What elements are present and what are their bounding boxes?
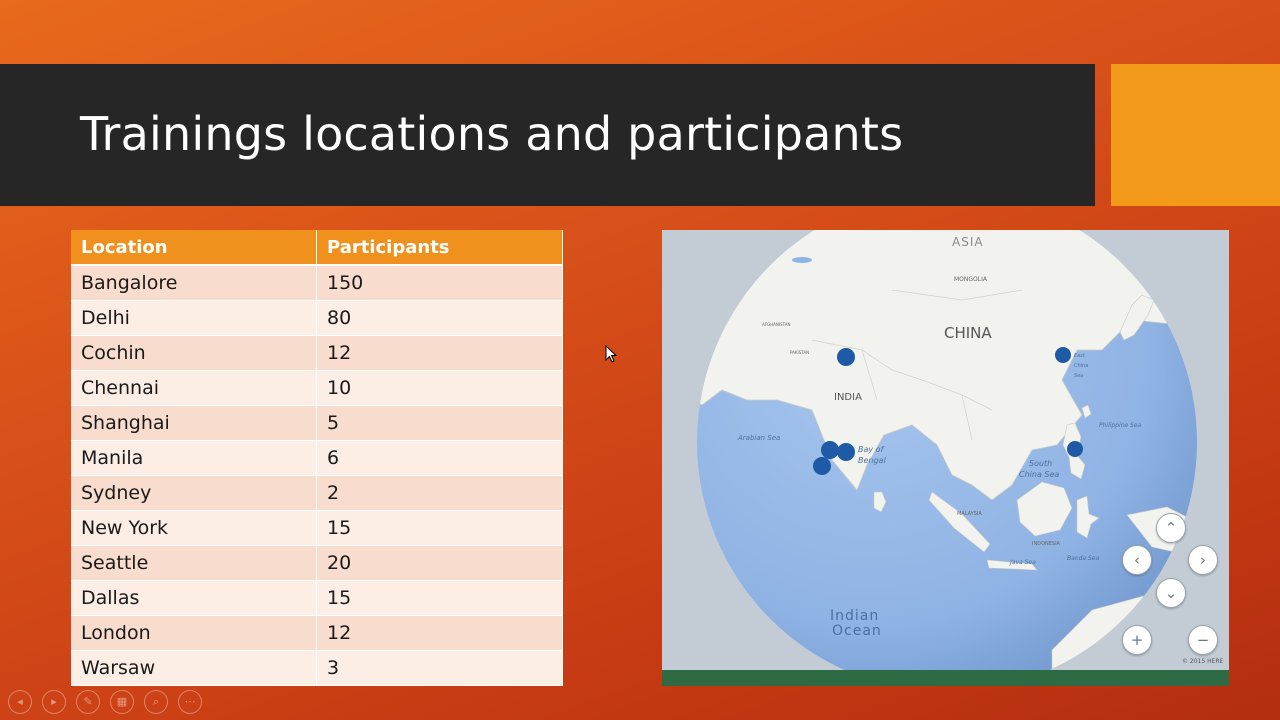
label-pakistan: PAKISTAN (790, 350, 809, 355)
label-mongolia: MONGOLIA (954, 276, 988, 283)
map-pan-up-button[interactable]: ⌃ (1156, 513, 1186, 543)
table-header-row: Location Participants (71, 230, 563, 266)
map-bottom-strip (662, 670, 1229, 686)
cell-location: Chennai (71, 370, 317, 406)
mouse-cursor-icon (605, 345, 618, 363)
label-india: INDIA (834, 392, 862, 403)
cell-participants: 3 (316, 650, 563, 686)
more-options-icon[interactable]: ⋯ (178, 690, 202, 714)
marker-shanghai[interactable] (1055, 347, 1071, 363)
label-asia: ASIA (952, 235, 984, 249)
marker-cochin[interactable] (813, 457, 831, 475)
slideshow-controls: ◂ ▸ ✎ ▦ ⌕ ⋯ (8, 690, 202, 714)
marker-chennai[interactable] (837, 443, 855, 461)
label-east-china-sea-3: Sea (1074, 373, 1083, 379)
table-row: Manila 6 (71, 440, 563, 476)
table-row: Chennai 10 (71, 370, 563, 406)
slide-title: Trainings locations and participants (80, 107, 904, 161)
cell-location: Shanghai (71, 405, 317, 441)
label-east-china-sea-2: China (1074, 363, 1088, 369)
table-row: Seattle 20 (71, 545, 563, 581)
next-slide-icon[interactable]: ▸ (42, 690, 66, 714)
map-pan-down-button[interactable]: ⌄ (1156, 578, 1186, 608)
cell-participants: 20 (316, 545, 563, 581)
table-row: Delhi 80 (71, 300, 563, 336)
table-row: Shanghai 5 (71, 405, 563, 441)
cell-participants: 10 (316, 370, 563, 406)
map-copyright: © 2015 HERE (1182, 658, 1224, 665)
see-all-slides-icon[interactable]: ▦ (110, 690, 134, 714)
table-row: London 12 (71, 615, 563, 651)
cell-participants: 150 (316, 265, 563, 301)
cell-location: Cochin (71, 335, 317, 371)
table-row: Warsaw 3 (71, 650, 563, 686)
cell-participants: 2 (316, 475, 563, 511)
label-indian-ocean-2: Ocean (832, 623, 882, 639)
label-east-china-sea-1: East (1074, 353, 1086, 359)
cell-location: Dallas (71, 580, 317, 616)
label-malaysia: MALAYSIA (957, 511, 982, 517)
cell-location: Sydney (71, 475, 317, 511)
marker-manila[interactable] (1067, 441, 1083, 457)
previous-slide-icon[interactable]: ◂ (8, 690, 32, 714)
cell-participants: 12 (316, 615, 563, 651)
globe-svg: ASIA MONGOLIA AFGHANISTAN PAKISTAN CHINA… (662, 230, 1229, 686)
label-indonesia: INDONESIA (1032, 541, 1061, 547)
lake-balkhash (792, 257, 812, 263)
label-bay-of-bengal-1: Bay of (858, 445, 885, 454)
label-south-china-sea-2: China Sea (1019, 470, 1059, 479)
cell-location: Delhi (71, 300, 317, 336)
map-zoom-out-button[interactable]: − (1188, 625, 1218, 655)
cell-location: Manila (71, 440, 317, 476)
table-row: Bangalore 150 (71, 265, 563, 301)
label-banda-sea: Banda Sea (1067, 555, 1099, 562)
cell-location: London (71, 615, 317, 651)
cell-location: New York (71, 510, 317, 546)
table-row: Sydney 2 (71, 475, 563, 511)
label-south-china-sea-1: South (1029, 459, 1052, 468)
cell-participants: 15 (316, 580, 563, 616)
cell-location: Seattle (71, 545, 317, 581)
cell-location: Bangalore (71, 265, 317, 301)
marker-delhi[interactable] (837, 348, 855, 366)
marker-bangalore[interactable] (821, 441, 839, 459)
participants-table: Location Participants Bangalore 150 Delhi… (71, 230, 563, 686)
cell-location: Warsaw (71, 650, 317, 686)
map-pan-left-button[interactable]: ‹ (1122, 545, 1152, 575)
table-row: Cochin 12 (71, 335, 563, 371)
table-row: New York 15 (71, 510, 563, 546)
cell-participants: 6 (316, 440, 563, 476)
label-china: CHINA (944, 324, 992, 342)
map-pan-right-button[interactable]: › (1188, 545, 1218, 575)
label-afghanistan: AFGHANISTAN (762, 322, 790, 327)
map-zoom-in-button[interactable]: + (1122, 625, 1152, 655)
label-indian-ocean-1: Indian (830, 608, 879, 624)
label-arabian-sea: Arabian Sea (737, 434, 780, 442)
label-philippine-sea: Philippine Sea (1099, 422, 1142, 429)
pen-icon[interactable]: ✎ (76, 690, 100, 714)
cell-participants: 80 (316, 300, 563, 336)
globe-map[interactable]: ASIA MONGOLIA AFGHANISTAN PAKISTAN CHINA… (662, 230, 1229, 686)
header-location: Location (71, 230, 317, 266)
cell-participants: 15 (316, 510, 563, 546)
zoom-icon[interactable]: ⌕ (144, 690, 168, 714)
label-java-sea: Java Sea (1009, 559, 1036, 566)
label-bay-of-bengal-2: Bengal (858, 456, 886, 465)
cell-participants: 5 (316, 405, 563, 441)
header-participants: Participants (316, 230, 563, 266)
cell-participants: 12 (316, 335, 563, 371)
table-row: Dallas 15 (71, 580, 563, 616)
accent-box (1111, 64, 1280, 206)
